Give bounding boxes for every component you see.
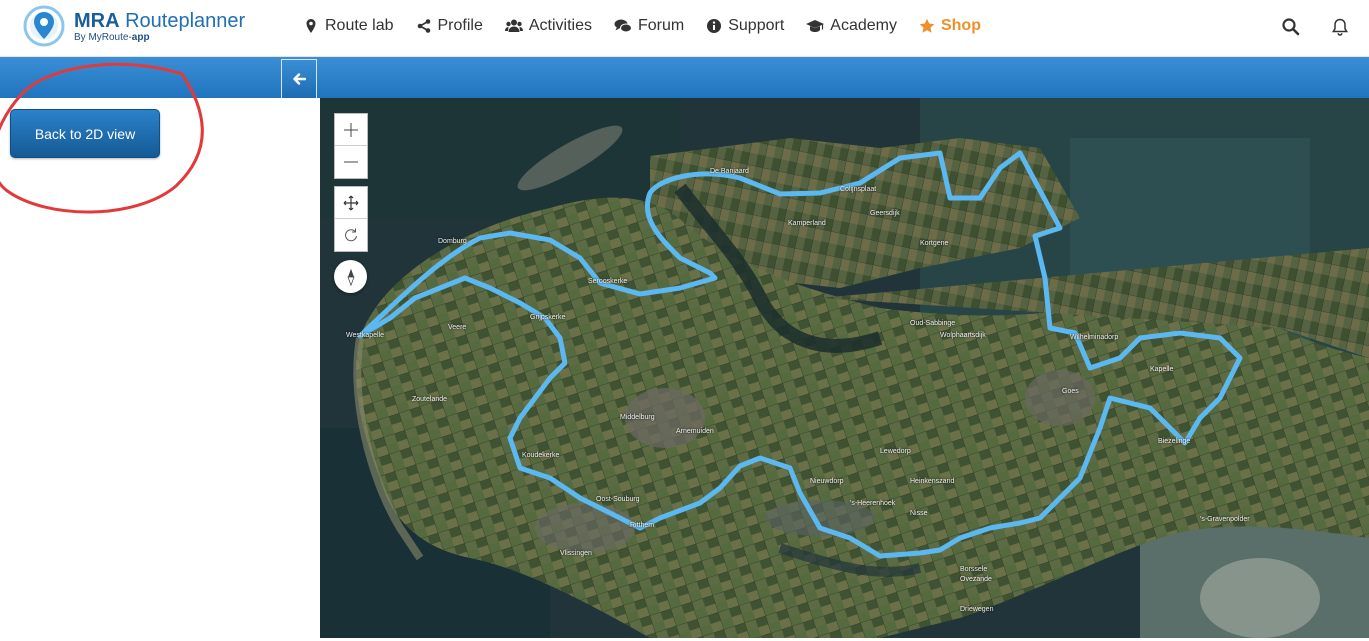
users-icon	[504, 19, 523, 32]
map-marker-icon	[306, 19, 316, 33]
satellite-map[interactable]: De Banjaard Domburg Serooskerke Kamperla…	[320, 98, 1369, 638]
place-label: Lewedorp	[880, 448, 911, 455]
brand-title: MRA Routeplanner	[74, 10, 246, 32]
pan-button[interactable]	[335, 187, 367, 219]
place-label: Ovezande	[960, 576, 992, 583]
info-circle-icon	[707, 19, 722, 33]
zoom-in-button[interactable]	[335, 114, 367, 146]
place-label: 's-Gravenpolder	[1200, 516, 1250, 523]
place-label: Oost-Souburg	[596, 496, 640, 503]
nav-route-lab[interactable]: Route lab	[303, 17, 394, 35]
logo-pin-icon	[23, 5, 65, 47]
navigation-controls	[334, 186, 368, 252]
place-label: Arnemuiden	[676, 428, 714, 435]
place-label: Grijpskerke	[530, 314, 566, 321]
collapse-sidebar-button[interactable]	[281, 59, 317, 98]
rotate-icon	[345, 228, 357, 242]
left-panel: Back to 2D view	[0, 98, 320, 641]
place-label: Domburg	[438, 238, 467, 245]
place-label: Serooskerke	[588, 278, 628, 285]
nav-academy[interactable]: Academy	[806, 17, 897, 35]
search-icon[interactable]	[1281, 17, 1301, 37]
place-label: Zoutelande	[412, 396, 448, 403]
plus-icon	[344, 122, 358, 137]
top-navbar: MRA Routeplanner By MyRoute-app Route la…	[0, 0, 1369, 57]
main-nav: Route lab Profile Activities Forum Suppo…	[303, 0, 1003, 52]
place-label: Wilhelminadorp	[1070, 334, 1119, 341]
nav-activities[interactable]: Activities	[504, 17, 592, 35]
place-label: Biezelinge	[1158, 438, 1191, 445]
place-label: Kamperland	[788, 220, 826, 227]
place-label: Driewegen	[960, 606, 994, 613]
share-icon	[417, 19, 430, 33]
place-label: Veere	[448, 324, 467, 331]
brand-logo[interactable]: MRA Routeplanner By MyRoute-app	[20, 4, 245, 50]
place-label: Goes	[1062, 388, 1079, 395]
comments-icon	[614, 19, 632, 33]
back-to-2d-view-button[interactable]: Back to 2D view	[10, 109, 160, 158]
brand-subtitle: By MyRoute-app	[74, 32, 150, 43]
bell-icon[interactable]	[1330, 17, 1350, 37]
place-label: Borssele	[960, 566, 988, 573]
nav-shop[interactable]: Shop	[919, 17, 981, 35]
place-label: Kortgene	[920, 240, 949, 247]
place-label: Colijnsplaat	[840, 186, 877, 193]
arrow-left-icon	[293, 73, 306, 85]
zoom-controls	[334, 113, 368, 179]
rotate-button[interactable]	[335, 219, 367, 251]
minus-icon	[344, 161, 358, 163]
place-label: Middelburg	[620, 414, 655, 421]
zoom-out-button[interactable]	[335, 146, 367, 178]
place-label: Ritthem	[630, 522, 655, 529]
graduation-cap-icon	[806, 20, 825, 32]
place-label: 's-Heerenhoek	[850, 500, 896, 507]
place-label: Oud-Sabbinge	[910, 320, 956, 327]
nav-forum[interactable]: Forum	[614, 17, 684, 35]
toolbar-strip	[0, 57, 1369, 98]
place-label: Kapelle	[1150, 366, 1174, 373]
compass-needle-icon	[346, 268, 355, 286]
nav-support[interactable]: Support	[706, 17, 784, 35]
map-imagery	[320, 98, 1369, 638]
nav-profile[interactable]: Profile	[416, 17, 483, 35]
move-arrows-icon	[343, 195, 359, 210]
place-label: De Banjaard	[710, 168, 749, 175]
place-label: Nisse	[910, 510, 928, 517]
place-label: Koudekerke	[522, 452, 560, 459]
place-label: Westkapelle	[346, 332, 385, 339]
place-label: Vlissingen	[560, 550, 592, 557]
compass-button[interactable]	[334, 260, 367, 293]
star-icon	[919, 18, 935, 33]
place-label: Heinkenszand	[910, 478, 955, 485]
place-label: Nieuwdorp	[810, 478, 844, 485]
place-label: Wolphaartsdijk	[940, 332, 986, 339]
place-label: Geersdijk	[870, 210, 900, 217]
